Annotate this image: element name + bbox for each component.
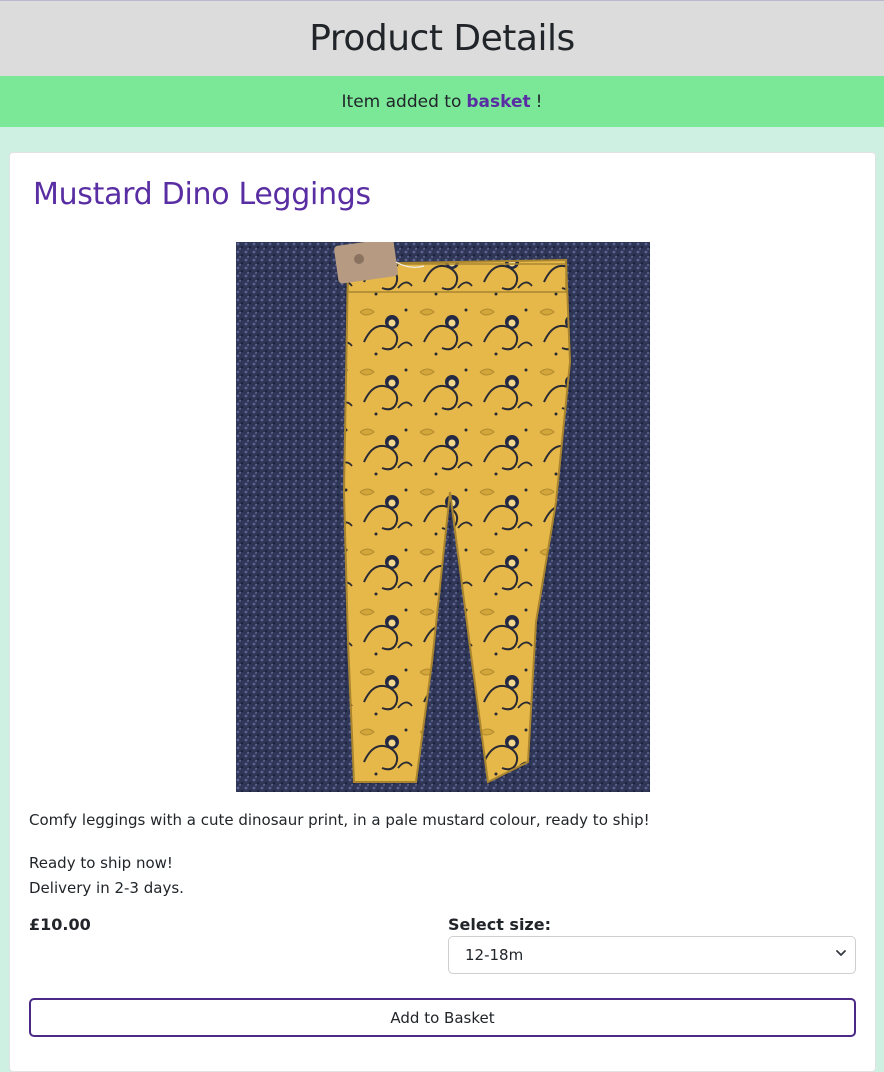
product-description: Comfy leggings with a cute dinosaur prin…	[29, 811, 650, 829]
shipping-status: Ready to ship now!	[29, 854, 173, 872]
delivery-estimate: Delivery in 2-3 days.	[29, 879, 184, 897]
add-to-basket-button[interactable]: Add to Basket	[29, 998, 856, 1037]
size-select[interactable]: 12-18m	[448, 936, 856, 974]
alert-prefix: Item added to	[341, 91, 462, 112]
alert-suffix: !	[535, 91, 543, 112]
product-price: £10.00	[29, 915, 91, 934]
shipping-info: Ready to ship now! Delivery in 2-3 days.	[29, 851, 184, 901]
product-photo-illustration	[236, 242, 650, 792]
product-name: Mustard Dino Leggings	[33, 177, 371, 212]
success-alert: Item added to basket !	[0, 76, 884, 127]
size-selected-value: 12-18m	[465, 946, 524, 964]
product-card: Mustard Dino Leggings Comfy leggings wit…	[9, 152, 876, 1072]
basket-link[interactable]: basket	[466, 92, 530, 112]
page-header: Product Details	[0, 0, 884, 76]
product-image	[236, 242, 650, 792]
chevron-down-icon	[836, 950, 846, 956]
size-label: Select size:	[448, 915, 551, 934]
page-title: Product Details	[309, 18, 575, 59]
